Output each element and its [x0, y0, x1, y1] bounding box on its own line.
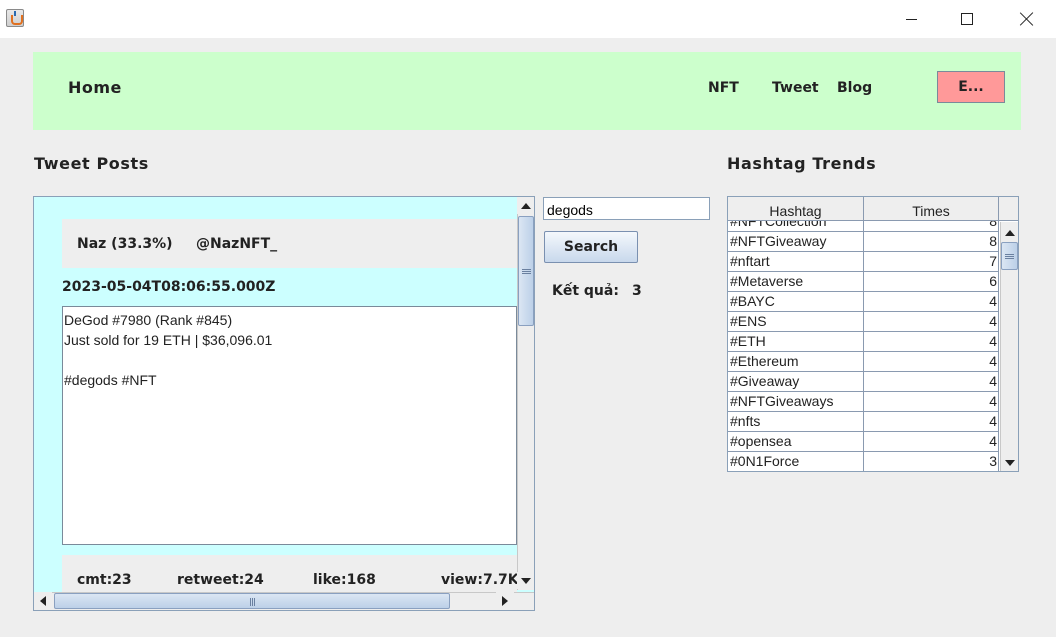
arrow-down-icon: [1004, 459, 1015, 466]
close-button[interactable]: [1004, 0, 1050, 38]
hashtag-cell: #NFTGiveaway: [728, 232, 864, 252]
times-cell: 8: [864, 221, 999, 232]
author-handle: @NazNFT_: [196, 236, 278, 252]
table-row[interactable]: #ETH 4: [728, 332, 999, 352]
column-header-hashtag[interactable]: Hashtag: [728, 197, 864, 221]
hashtag-cell: #Ethereum: [728, 352, 864, 372]
hashtag-cell: #nfts: [728, 412, 864, 432]
tweet-body-line: DeGod #7980 (Rank #845): [64, 312, 233, 328]
hashtag-cell: #ETH: [728, 332, 864, 352]
search-input[interactable]: [543, 197, 710, 220]
close-icon: [1020, 12, 1034, 26]
horizontal-scroll-thumb[interactable]: [54, 593, 450, 609]
hashtag-cell: #Giveaway: [728, 372, 864, 392]
table-row[interactable]: #ENS 4: [728, 312, 999, 332]
times-cell: 8: [864, 232, 999, 252]
nav-home-link[interactable]: Home: [68, 78, 122, 97]
times-cell: 4: [864, 372, 999, 392]
exit-button[interactable]: E...: [937, 71, 1005, 103]
times-cell: 4: [864, 432, 999, 452]
hashtag-trends-title: Hashtag Trends: [727, 154, 877, 173]
hashtag-table[interactable]: #NFTCollection 8 #NFTGiveaway 8 #nftart 7 …: [727, 196, 1019, 472]
minimize-button[interactable]: [888, 0, 934, 38]
times-cell: 4: [864, 292, 999, 312]
tweet-body-line: [64, 350, 516, 370]
column-header-times[interactable]: Times: [864, 197, 999, 221]
scroll-down-button[interactable]: [517, 572, 534, 589]
times-cell: 4: [864, 412, 999, 432]
scroll-right-button[interactable]: [496, 592, 514, 610]
table-scroll-up-button[interactable]: [1001, 224, 1018, 241]
times-cell: 7: [864, 252, 999, 272]
hashtag-cell: #BAYC: [728, 292, 864, 312]
maximize-icon: [961, 13, 973, 25]
arrow-left-icon: [40, 596, 46, 606]
table-row[interactable]: #Metaverse 6: [728, 272, 999, 292]
hashtag-cell: #opensea: [728, 432, 864, 452]
arrow-up-icon: [1004, 229, 1015, 236]
java-coffee-cup-icon: [6, 9, 24, 27]
table-header-corner: [999, 197, 1018, 221]
vertical-scroll-thumb[interactable]: [518, 216, 534, 326]
times-cell: 4: [864, 312, 999, 332]
hashtag-cell: #NFTGiveaways: [728, 392, 864, 412]
times-cell: 3: [864, 452, 999, 471]
minimize-icon: [905, 18, 917, 20]
maximize-button[interactable]: [944, 0, 990, 38]
tweet-body-text[interactable]: DeGod #7980 (Rank #845) Just sold for 19…: [62, 306, 517, 545]
hashtag-cell: #NFTCollection: [728, 221, 864, 232]
table-row[interactable]: #nfts 4: [728, 412, 999, 432]
nav-bar: [33, 52, 1021, 130]
hashtag-cell: #Metaverse: [728, 272, 864, 292]
table-row[interactable]: #NFTGiveaways 4: [728, 392, 999, 412]
table-scroll-thumb[interactable]: [1001, 242, 1018, 270]
table-row[interactable]: #NFTGiveaway 8: [728, 232, 999, 252]
table-row[interactable]: #NFTCollection 8: [728, 221, 999, 232]
scroll-left-button[interactable]: [34, 592, 52, 610]
nav-link-nft[interactable]: NFT: [708, 80, 739, 96]
arrow-right-icon: [502, 596, 508, 606]
result-label: Kết quả:: [552, 283, 619, 299]
table-row[interactable]: #0N1Force 3: [728, 452, 999, 471]
hashtag-cell: #0N1Force: [728, 452, 864, 471]
table-row[interactable]: #nftart 7: [728, 252, 999, 272]
hashtag-cell: #ENS: [728, 312, 864, 332]
tweet-body-line: #degods #NFT: [64, 372, 157, 388]
nav-link-blog[interactable]: Blog: [837, 80, 872, 96]
like-count: like:168: [313, 572, 376, 588]
table-row[interactable]: #Ethereum 4: [728, 352, 999, 372]
author-name: Naz (33.3%): [77, 236, 173, 252]
times-cell: 4: [864, 352, 999, 372]
times-cell: 6: [864, 272, 999, 292]
table-scroll-down-button[interactable]: [1001, 454, 1018, 471]
nav-link-tweet[interactable]: Tweet: [772, 80, 819, 96]
search-button[interactable]: Search: [544, 231, 638, 263]
result-count: 3: [632, 283, 642, 299]
hashtag-cell: #nftart: [728, 252, 864, 272]
view-count: view:7.7K: [441, 572, 519, 588]
tweet-posts-title: Tweet Posts: [34, 154, 149, 173]
times-cell: 4: [864, 392, 999, 412]
comment-count: cmt:23: [77, 572, 132, 588]
times-cell: 4: [864, 332, 999, 352]
hashtag-table-body: #NFTCollection 8 #NFTGiveaway 8 #nftart 7 …: [728, 221, 1000, 471]
table-row[interactable]: #BAYC 4: [728, 292, 999, 312]
arrow-down-icon: [520, 577, 531, 584]
tweet-date: 2023-05-04T08:06:55.000Z: [62, 279, 276, 295]
arrow-up-icon: [520, 202, 531, 209]
retweet-count: retweet:24: [177, 572, 264, 588]
table-row[interactable]: #opensea 4: [728, 432, 999, 452]
scroll-up-button[interactable]: [517, 197, 534, 214]
tweet-body-line: Just sold for 19 ETH | $36,096.01: [64, 332, 273, 348]
table-row[interactable]: #Giveaway 4: [728, 372, 999, 392]
